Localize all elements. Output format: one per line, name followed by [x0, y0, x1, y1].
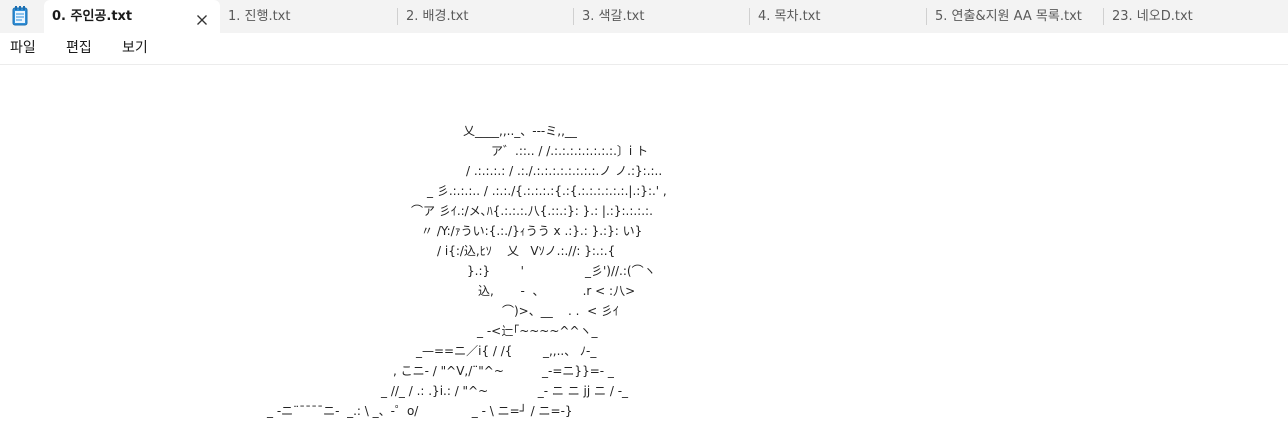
text-line: / .:.:.:.: / .:./.:.:.:.:.:.:.:.:.ノ ノ.:}…	[466, 164, 663, 178]
text-line: 乂____,,.._、---ミ,,__	[463, 124, 577, 138]
notepad-icon	[8, 5, 32, 27]
text-line: / i{:/込,ﾋｿ 乂 Vｿノ.:.//: }:.:.{	[437, 244, 616, 258]
text-line: 込, - 、 .r < :八>	[478, 284, 636, 298]
text-line: }.:} ' _彡')//.:(⌒ヽ	[467, 264, 656, 278]
text-line: ⌒ア 彡ｲ.:/メ､ﾊ{.:.:.:.八{.::.:}: }.: |.:}:.:…	[411, 204, 653, 218]
tab-label: 23. 네오D.txt	[1112, 9, 1193, 24]
text-line: _ //_ / .: .}i.: / "^~ _- ニ ニ jj ニ / -_	[381, 384, 629, 398]
tab-label: 2. 배경.txt	[406, 9, 469, 24]
menu-edit[interactable]: 편집	[66, 33, 92, 64]
tab-0[interactable]: 0. 주인공.txt	[44, 0, 220, 33]
tab-6[interactable]: 23. 네오D.txt	[1104, 0, 1280, 33]
text-line: _ -<辷｢~~~~^^ヽ_	[477, 324, 598, 338]
menu-bar: 파일 편집 보기	[0, 33, 1288, 65]
text-line: ア゛.::.. / /.:.:.:.:.:.:.:.:.〕i ト	[491, 144, 649, 158]
text-line: ⌒)>、__ . . < 彡ｲ	[502, 304, 619, 318]
close-icon[interactable]	[194, 8, 210, 25]
tab-label: 1. 진행.txt	[228, 9, 291, 24]
text-line: _ -ニ¨¯¯¯¯ニ- _.: \ _、-゜o/ _ - \ ニ=┘ / ニ=-…	[267, 404, 573, 418]
tab-label: 3. 색갈.txt	[582, 9, 645, 24]
tab-label: 0. 주인공.txt	[52, 9, 133, 24]
text-line: , こニ- / "^V,/¨"^~ _-=ニ}}=- _	[393, 364, 614, 378]
tab-label: 5. 연출&지원 AA 목록.txt	[935, 9, 1082, 24]
tab-2[interactable]: 2. 배경.txt	[398, 0, 574, 33]
tab-4[interactable]: 4. 목차.txt	[750, 0, 926, 33]
text-editor[interactable]: 乂____,,.._、---ミ,,__ ア゛.::.. / /.:.:.:.:.…	[0, 65, 1288, 424]
tab-3[interactable]: 3. 색갈.txt	[574, 0, 750, 33]
text-line: _—==ニ／i{ / /{ _,,..、 ﾉ-_	[416, 344, 597, 358]
text-line: _ 彡.:.:.:.. / .:.:./{.:.:.:.:{.:{.:.:.:.…	[427, 184, 667, 198]
menu-file[interactable]: 파일	[10, 33, 36, 64]
tab-label: 4. 목차.txt	[758, 9, 821, 24]
tab-5[interactable]: 5. 연출&지원 AA 목록.txt	[927, 0, 1103, 33]
tab-bar: 0. 주인공.txt 1. 진행.txt 2. 배경.txt 3. 색갈.txt…	[0, 0, 1288, 34]
text-line: 〃 /Y:/ｧうい:{.:./}ｨうう x .:}.: }.:}: い}	[421, 224, 643, 238]
menu-view[interactable]: 보기	[122, 33, 148, 64]
tab-1[interactable]: 1. 진행.txt	[220, 0, 396, 33]
